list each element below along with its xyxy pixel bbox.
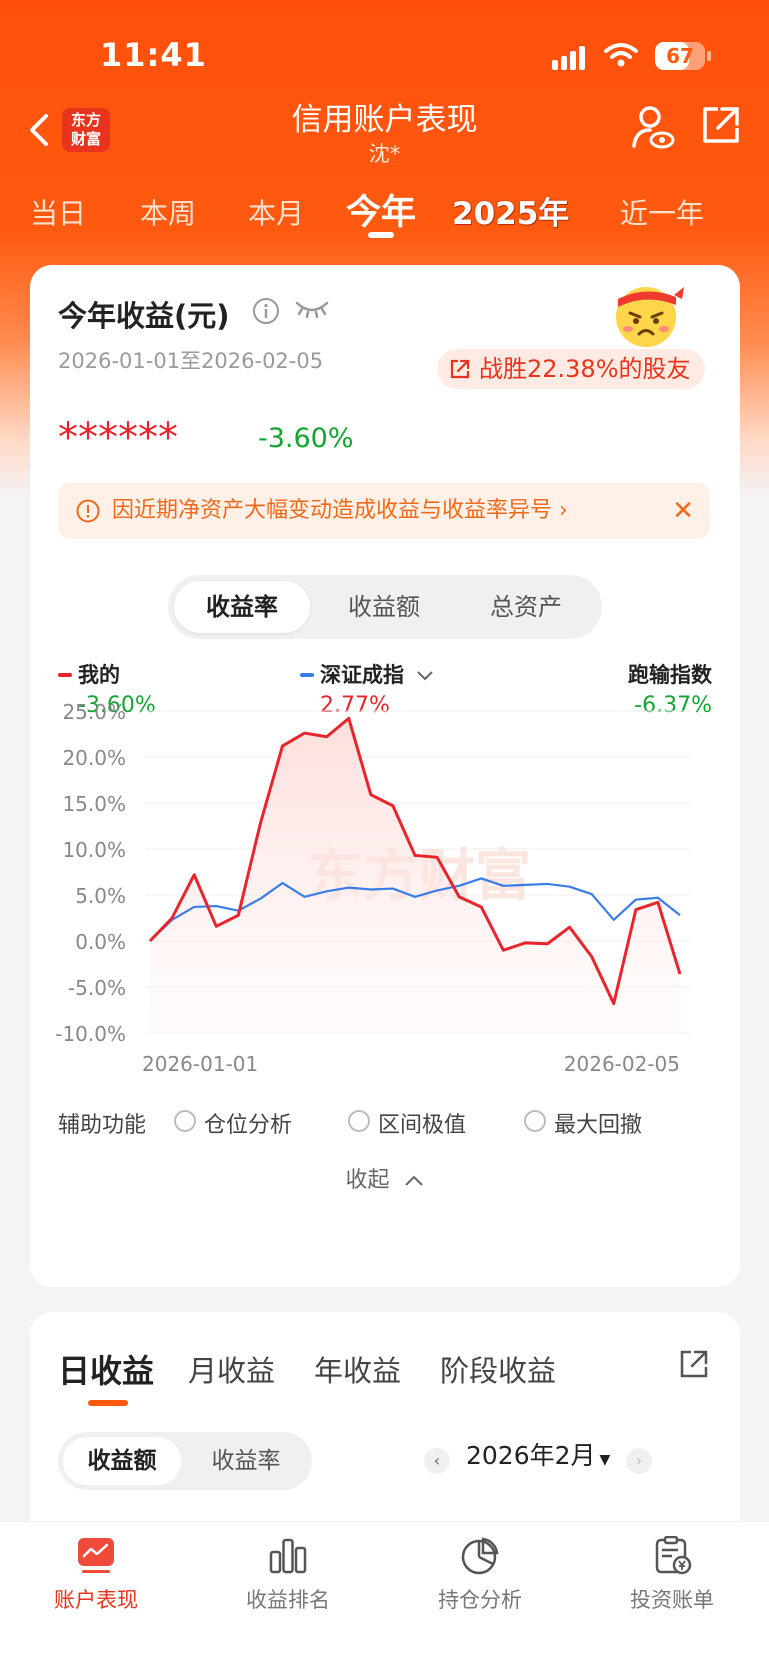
returns-tab-indicator: [88, 1400, 128, 1406]
metric-segment: 收益率 收益额 总资产: [168, 575, 602, 639]
period-tabs: 当日 本周 本月 今年 2025年 近一年: [0, 180, 769, 244]
legend-mine: 我的: [58, 659, 120, 689]
user-view-icon[interactable]: [630, 104, 676, 150]
beat-peers-text: 战胜22.38%的股友: [479, 355, 691, 383]
mine-area: [150, 718, 680, 1033]
y-tick-label: 20.0%: [62, 746, 126, 770]
notice-banner[interactable]: 因近期净资产大幅变动造成收益与收益率异号 › ✕: [58, 483, 710, 539]
nav-label: 持仓分析: [438, 1588, 522, 1612]
segment-return-amount[interactable]: 收益额: [316, 581, 452, 633]
tab-yearly-returns[interactable]: 年收益: [314, 1348, 401, 1390]
bar-icon: [269, 1538, 307, 1574]
segment-return-rate[interactable]: 收益率: [174, 581, 310, 633]
nav-investment-bill[interactable]: 投资账单: [576, 1535, 768, 1614]
pie-icon: [461, 1537, 499, 1575]
dropdown-caret-icon: ▼: [599, 1452, 611, 1468]
tab-daily-returns[interactable]: 日收益: [58, 1346, 154, 1392]
chart-icon: [78, 1538, 114, 1573]
legend-index-marker: [300, 672, 314, 677]
hide-eye-icon[interactable]: [294, 297, 330, 321]
y-tick-label: 5.0%: [75, 884, 126, 908]
wifi-icon: [604, 43, 638, 67]
legend-index[interactable]: 深证成指: [300, 659, 435, 689]
tab-last-year[interactable]: 近一年: [620, 192, 704, 232]
date-range: 2026-01-01至2026-02-05: [58, 349, 324, 373]
return-chart[interactable]: 25.0%20.0%15.0%10.0%5.0%0.0%-5.0%-10.0%东…: [50, 695, 730, 1085]
battery-level: 67: [666, 44, 694, 68]
y-tick-label: -5.0%: [68, 976, 126, 1000]
next-month-button[interactable]: ›: [626, 1448, 652, 1474]
nav-bar: 东方 财富 信用账户表现 沈*: [0, 90, 769, 170]
share-icon[interactable]: [700, 104, 742, 146]
x-tick-label: 2026-01-01: [142, 1052, 258, 1076]
legend-mine-marker: [58, 672, 72, 677]
x-tick-label: 2026-02-05: [564, 1052, 680, 1076]
aux-label: 辅助功能: [58, 1113, 147, 1138]
warning-icon: [76, 499, 100, 523]
y-tick-label: -10.0%: [55, 1022, 126, 1046]
aux-range-extreme[interactable]: 区间极值: [378, 1107, 466, 1139]
status-bar: 11:41 67: [0, 0, 769, 100]
nav-holdings-analysis[interactable]: 持仓分析: [384, 1536, 576, 1614]
close-icon[interactable]: ✕: [672, 483, 694, 539]
bill-icon: [655, 1535, 692, 1575]
radio-position[interactable]: [174, 1110, 196, 1132]
y-tick-label: 15.0%: [62, 792, 126, 816]
nav-return-ranking[interactable]: 收益排名: [192, 1536, 384, 1614]
hidden-amount: ******: [58, 415, 178, 461]
share-small-icon: [450, 359, 470, 379]
status-time: 11:41: [100, 36, 207, 74]
signal-icon: [552, 44, 592, 70]
summary-title: 今年收益(元): [58, 299, 230, 333]
tab-2025[interactable]: 2025年: [452, 188, 569, 233]
segment-amount[interactable]: 收益额: [63, 1437, 181, 1485]
radio-max-drawdown[interactable]: [524, 1110, 546, 1132]
legend-beat-label: 跑输指数: [628, 663, 712, 687]
notice-text: 因近期净资产大幅变动造成收益与收益率异号 ›: [112, 498, 568, 523]
tab-today[interactable]: 当日: [30, 192, 86, 232]
aux-max-drawdown[interactable]: 最大回撤: [554, 1107, 642, 1139]
battery-icon: 67: [655, 42, 711, 70]
bottom-nav: 账户表现 收益排名 持仓分析 投资账单: [0, 1521, 769, 1665]
chevron-up-icon: [404, 1175, 423, 1186]
segment-total-assets[interactable]: 总资产: [458, 581, 594, 633]
summary-card: 今年收益(元) 2026-01-01至2026-02-05 战胜22.38%的股…: [30, 265, 740, 1287]
nav-label: 收益排名: [246, 1588, 330, 1612]
returns-segment: 收益额 收益率: [58, 1432, 312, 1490]
tab-month[interactable]: 本月: [248, 192, 304, 232]
nav-account-performance[interactable]: 账户表现: [0, 1536, 192, 1614]
chevron-down-icon: [417, 671, 434, 681]
active-tab-indicator: [368, 232, 394, 238]
y-tick-label: 25.0%: [62, 700, 126, 724]
tab-this-year[interactable]: 今年: [346, 184, 416, 235]
segment-rate[interactable]: 收益率: [187, 1437, 305, 1485]
aux-position-analysis[interactable]: 仓位分析: [204, 1107, 292, 1139]
tab-monthly-returns[interactable]: 月收益: [188, 1348, 275, 1390]
return-percent: -3.60%: [258, 423, 354, 454]
prev-month-button[interactable]: ‹: [424, 1448, 450, 1474]
month-selector[interactable]: 2026年2月 ▼: [466, 1436, 610, 1472]
share-icon[interactable]: [678, 1348, 710, 1380]
info-icon[interactable]: [252, 297, 280, 325]
nav-label: 账户表现: [54, 1588, 138, 1612]
tab-week[interactable]: 本周: [140, 192, 196, 232]
y-tick-label: 10.0%: [62, 838, 126, 862]
y-tick-label: 0.0%: [75, 930, 126, 954]
tab-stage-returns[interactable]: 阶段收益: [440, 1348, 556, 1390]
collapse-button[interactable]: 收起: [30, 1162, 740, 1194]
mascot-icon: [616, 287, 684, 347]
radio-range-extreme[interactable]: [348, 1110, 370, 1132]
beat-peers-badge[interactable]: 战胜22.38%的股友: [437, 349, 705, 389]
nav-label: 投资账单: [630, 1588, 714, 1612]
